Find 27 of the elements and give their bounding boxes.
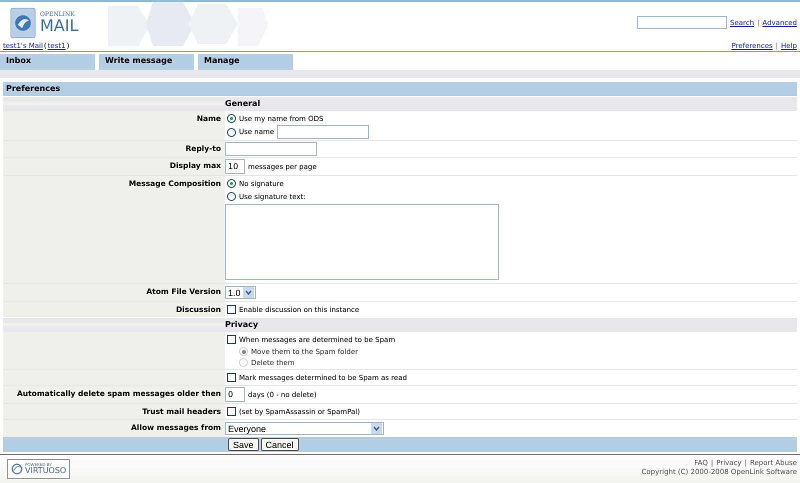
section-heading: General [225, 99, 260, 108]
nav-tab[interactable]: Inbox [0, 54, 95, 70]
nav-tab[interactable]: Write message [99, 54, 194, 70]
dropdown[interactable]: Everyone [225, 422, 384, 435]
form-button[interactable]: Save [228, 438, 259, 451]
radio-button[interactable] [227, 114, 236, 123]
radio-button[interactable] [227, 128, 236, 136]
checkbox[interactable] [227, 335, 236, 344]
badge-title: VIRTUOSO [25, 467, 66, 475]
logo-title-text: MAIL [40, 18, 78, 34]
radio-button[interactable] [227, 179, 236, 188]
dropdown[interactable]: 1.0 [225, 286, 256, 299]
checkbox[interactable] [227, 407, 236, 416]
text-field[interactable] [277, 125, 370, 139]
stamp-logo-icon [10, 6, 36, 38]
form-button[interactable]: Cancel [260, 438, 299, 451]
section-heading: Privacy [225, 320, 258, 329]
swirl-icon [11, 463, 23, 475]
text-field[interactable] [225, 142, 317, 156]
nav-tab[interactable]: Manage [198, 54, 293, 70]
checkbox[interactable] [227, 373, 236, 382]
search-field[interactable] [637, 16, 727, 29]
checkbox[interactable] [227, 305, 236, 314]
panel-title: Preferences [3, 82, 797, 96]
text-field[interactable]: 0 [225, 387, 245, 402]
radio-button[interactable] [227, 192, 236, 201]
text-field[interactable]: 10 [225, 159, 245, 174]
